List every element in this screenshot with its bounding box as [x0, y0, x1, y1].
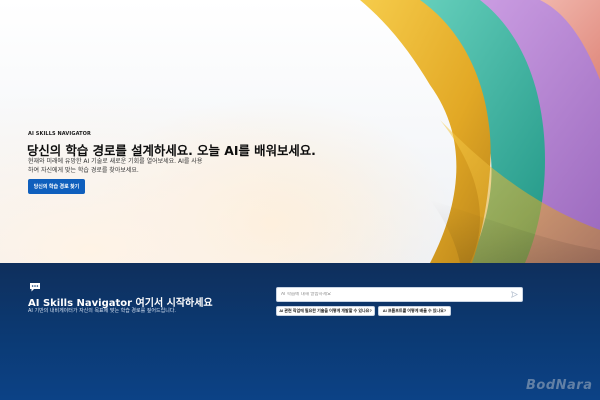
send-icon-glyph	[510, 291, 518, 298]
send-icon[interactable]	[509, 290, 519, 300]
hero-section: AI SKILLS NAVIGATOR 당신의 학습 경로를 설계하세요. 오늘…	[0, 0, 600, 263]
prompt-input[interactable]	[281, 292, 509, 297]
assistant-subtitle: AI 기반의 내비게이터가 자신의 목표에 맞는 학습 경로를 짚어드립니다.	[28, 308, 177, 314]
suggestion-chip-ai-prompt[interactable]: AI 프롬프트를 어떻게 배울 수 있나요?	[378, 306, 451, 316]
prompt-box	[276, 287, 523, 302]
find-learning-path-button[interactable]: 당신의 학습 경로 찾기	[28, 179, 85, 194]
watermark-logo: BodNara	[526, 378, 593, 393]
hero-description: 현재와 미래에 유망한 AI 기술로 새로운 기회를 열어보세요. AI를 사용…	[28, 158, 203, 174]
chat-bubble-icon	[30, 283, 40, 292]
suggestion-chip-ai-job-skills[interactable]: AI 관련 직업에 필요한 기술을 어떻게 개발할 수 있나요?	[276, 306, 375, 316]
hero-eyebrow: AI SKILLS NAVIGATOR	[28, 131, 91, 137]
assistant-section	[0, 263, 600, 400]
